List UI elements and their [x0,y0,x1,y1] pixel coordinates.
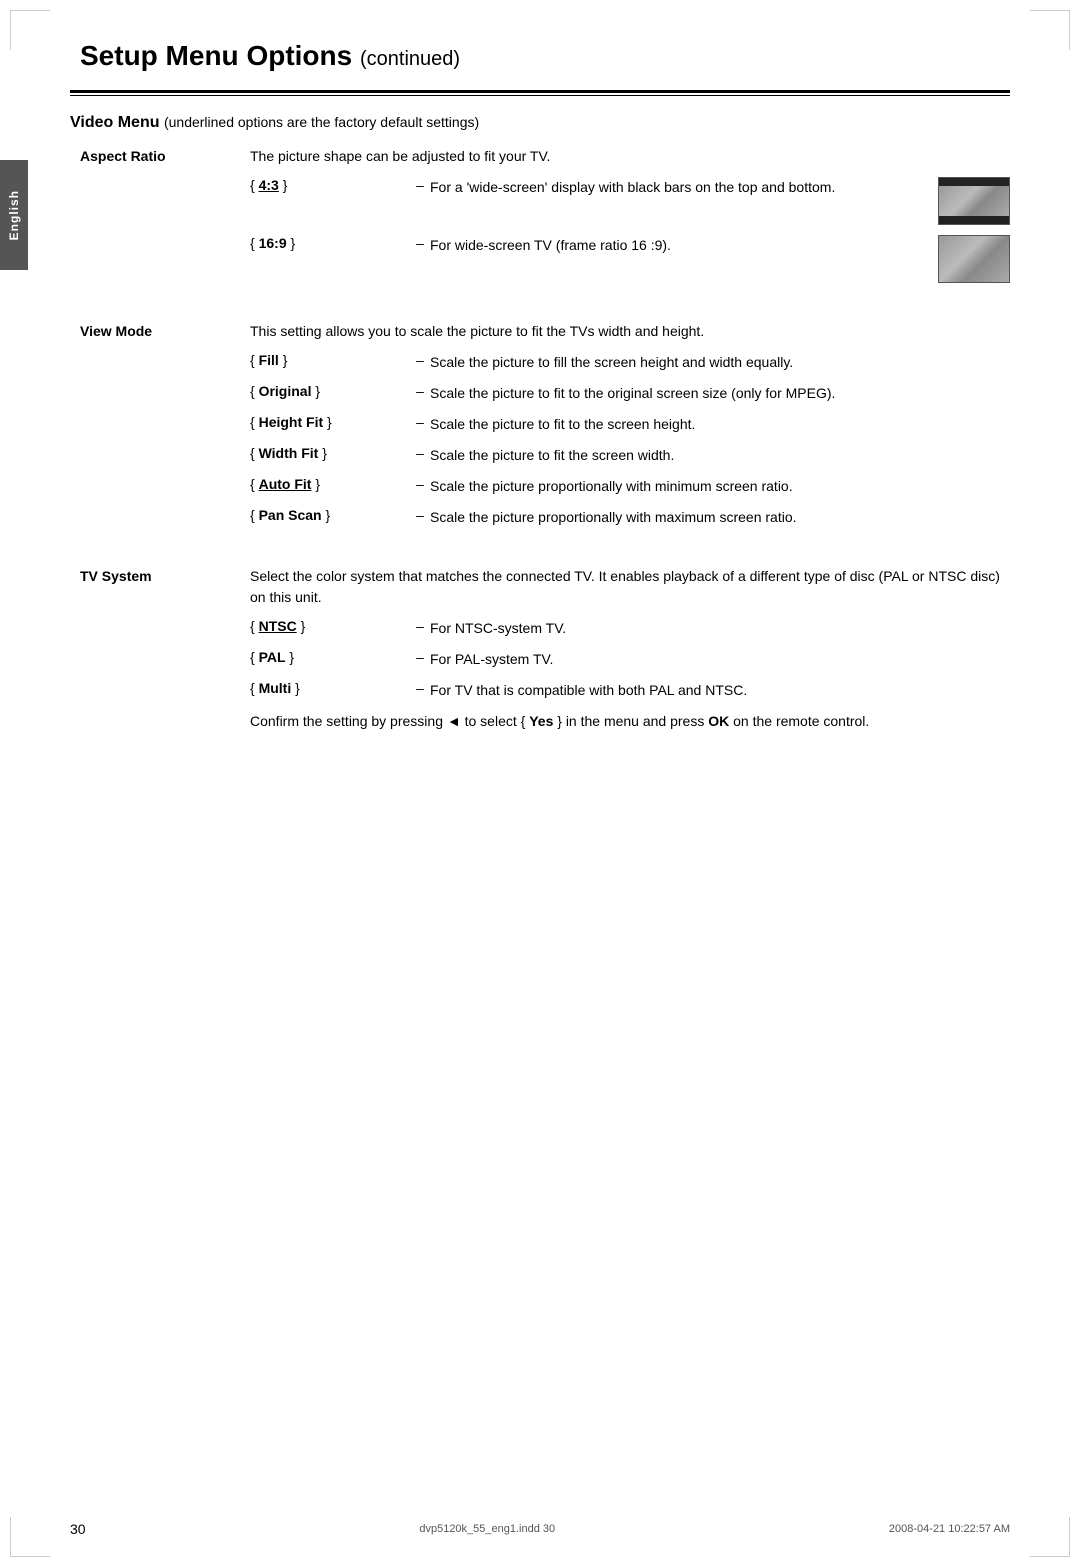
option-key-pan-scan: { Pan Scan } [250,507,410,523]
tv-system-label: TV System [80,566,250,584]
option-row-auto-fit: { Auto Fit } – Scale the picture proport… [250,476,1010,497]
option-desc-pal: For PAL-system TV. [430,649,1010,670]
option-row-height-fit: { Height Fit } – Scale the picture to fi… [250,414,1010,435]
corner-decoration-tl [10,10,50,50]
option-value-169: 16:9 [259,235,287,251]
aspect-ratio-content: The picture shape can be adjusted to fit… [250,146,1010,293]
brace-close-43: } [279,177,288,193]
option-desc-43: For a 'wide-screen' display with black b… [430,177,922,198]
option-key-fill: { Fill } [250,352,410,368]
option-desc-pan-scan: Scale the picture proportionally with ma… [430,507,1010,528]
option-desc-height-fit: Scale the picture to fit to the screen h… [430,414,1010,435]
option-key-43: { 4:3 } [250,177,410,193]
option-key-169: { 16:9 } [250,235,410,251]
option-dash-height-fit: – [410,414,430,430]
option-desc-width-fit: Scale the picture to fit the screen widt… [430,445,1010,466]
option-key-pal: { PAL } [250,649,410,665]
option-dash-width-fit: – [410,445,430,461]
corner-decoration-br [1030,1517,1070,1557]
video-menu-heading: Video Menu (underlined options are the f… [70,114,1010,132]
thumb-169-image [938,235,1010,283]
view-mode-description: This setting allows you to scale the pic… [250,321,1010,342]
page-title: Setup Menu Options (continued) [70,40,1010,72]
option-dash-pal: – [410,649,430,665]
title-continued: (continued) [360,48,460,70]
corner-decoration-tr [1030,10,1070,50]
option-desc-ntsc: For NTSC-system TV. [430,618,1010,639]
option-dash-fill: – [410,352,430,368]
option-row-original: { Original } – Scale the picture to fit … [250,383,1010,404]
brace-open-43: { [250,177,259,193]
option-dash-pan-scan: – [410,507,430,523]
option-row-width-fit: { Width Fit } – Scale the picture to fit… [250,445,1010,466]
option-key-ntsc: { NTSC } [250,618,410,634]
option-dash-169: – [410,235,430,251]
option-key-width-fit: { Width Fit } [250,445,410,461]
option-row-fill: { Fill } – Scale the picture to fill the… [250,352,1010,373]
page-number: 30 [70,1521,86,1537]
option-key-multi: { Multi } [250,680,410,696]
view-mode-content: This setting allows you to scale the pic… [250,321,1010,538]
option-dash-43: – [410,177,430,193]
option-row-pan-scan: { Pan Scan } – Scale the picture proport… [250,507,1010,528]
option-desc-auto-fit: Scale the picture proportionally with mi… [430,476,1010,497]
section-tv-system: TV System Select the color system that m… [80,566,1010,732]
brace-close-169: } [287,235,296,251]
option-desc-multi: For TV that is compatible with both PAL … [430,680,1010,701]
border-thin [70,95,1010,96]
aspect-ratio-description: The picture shape can be adjusted to fit… [250,146,1010,167]
option-dash-auto-fit: – [410,476,430,492]
tv-system-description: Select the color system that matches the… [250,566,1010,608]
option-row-ntsc: { NTSC } – For NTSC-system TV. [250,618,1010,639]
page-footer: 30 dvp5120k_55_eng1.indd 30 2008-04-21 1… [70,1521,1010,1537]
content-area: Aspect Ratio The picture shape can be ad… [70,146,1010,732]
title-main: Setup Menu Options [80,40,352,71]
option-desc-original: Scale the picture to fit to the original… [430,383,1010,404]
border-thick [70,90,1010,93]
video-menu-subtitle: (underlined options are the factory defa… [164,114,479,130]
tv-system-content: Select the color system that matches the… [250,566,1010,732]
option-row-43: { 4:3 } – For a 'wide-screen' display wi… [250,177,1010,225]
option-dash-multi: – [410,680,430,696]
aspect-ratio-label: Aspect Ratio [80,146,250,164]
option-value-43: 4:3 [259,177,279,193]
footer-filename: dvp5120k_55_eng1.indd 30 [419,1523,555,1535]
thumb-43-image [938,177,1010,225]
confirm-note: Confirm the setting by pressing ◄ to sel… [250,711,1010,732]
brace-open-169: { [250,235,259,251]
option-desc-fill: Scale the picture to fill the screen hei… [430,352,1010,373]
option-key-original: { Original } [250,383,410,399]
option-key-auto-fit: { Auto Fit } [250,476,410,492]
language-tab: English [0,160,28,270]
option-row-pal: { PAL } – For PAL-system TV. [250,649,1010,670]
option-desc-169: For wide-screen TV (frame ratio 16 :9). [430,235,922,256]
corner-decoration-bl [10,1517,50,1557]
language-label: English [7,190,21,240]
option-row-169: { 16:9 } – For wide-screen TV (frame rat… [250,235,1010,283]
page: English Setup Menu Options (continued) V… [0,0,1080,1567]
option-dash-ntsc: – [410,618,430,634]
footer-date: 2008-04-21 10:22:57 AM [889,1523,1010,1535]
option-dash-original: – [410,383,430,399]
option-key-height-fit: { Height Fit } [250,414,410,430]
section-view-mode: View Mode This setting allows you to sca… [80,321,1010,538]
video-menu-title: Video Menu [70,114,160,131]
view-mode-label: View Mode [80,321,250,339]
section-aspect-ratio: Aspect Ratio The picture shape can be ad… [80,146,1010,293]
option-row-multi: { Multi } – For TV that is compatible wi… [250,680,1010,701]
